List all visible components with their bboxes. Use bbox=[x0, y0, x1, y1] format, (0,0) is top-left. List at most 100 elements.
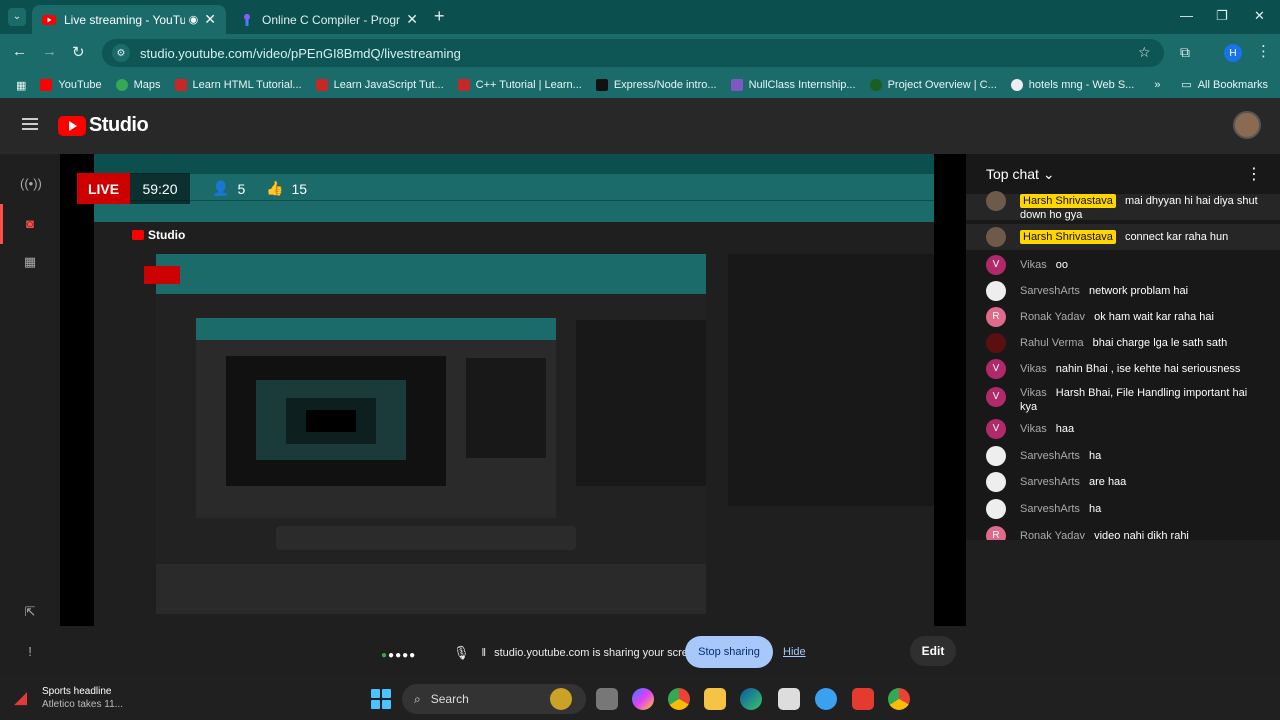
youtube-logo-icon bbox=[58, 115, 86, 136]
user-avatar bbox=[986, 499, 1006, 519]
windows-start-icon[interactable] bbox=[371, 689, 391, 709]
url-bar[interactable]: ⚙ studio.youtube.com/video/pPEnGI8BmdQ/l… bbox=[102, 39, 1164, 67]
site-info-icon[interactable]: ⚙ bbox=[112, 44, 130, 62]
chat-message: Rahul Verma bhai charge lga le sath sath bbox=[966, 333, 1280, 353]
windows-taskbar: ◢ Sports headline Atletico takes 11... ⌕… bbox=[0, 674, 1280, 720]
user-avatar bbox=[986, 446, 1006, 466]
profile-avatar[interactable]: H bbox=[1224, 44, 1242, 62]
studio-logo[interactable]: Studio bbox=[58, 114, 149, 137]
viewer-count: 👤 5 bbox=[212, 180, 246, 197]
close-window-icon[interactable]: ✕ bbox=[1254, 8, 1265, 24]
tab-title: Live streaming - YouTube Studio bbox=[64, 12, 185, 27]
webcam-icon[interactable]: ◙ bbox=[20, 216, 40, 236]
more-bookmarks-icon[interactable]: » bbox=[1154, 79, 1160, 91]
sports-news-icon: ◢ bbox=[14, 688, 28, 707]
stream-broadcast-icon[interactable]: ((•)) bbox=[20, 176, 42, 196]
news-widget[interactable]: ◢ Sports headline Atletico takes 11... bbox=[14, 686, 123, 710]
bookmark-html-tutorial[interactable]: Learn HTML Tutorial... bbox=[174, 79, 302, 91]
bookmark-express-node[interactable]: Express/Node intro... bbox=[595, 79, 717, 91]
all-bookmarks[interactable]: ▭ All Bookmarks bbox=[1181, 78, 1268, 92]
close-tab-icon[interactable]: ✕ bbox=[406, 11, 418, 28]
maximize-icon[interactable]: ❐ bbox=[1216, 8, 1228, 24]
edge-icon[interactable] bbox=[740, 688, 762, 710]
user-avatar: V bbox=[986, 387, 1006, 407]
bookmark-hotels[interactable]: hotels mng - Web S... bbox=[1010, 79, 1134, 91]
external-link-icon[interactable]: ⇱ bbox=[20, 604, 40, 624]
weather-icon[interactable] bbox=[815, 688, 837, 710]
hamburger-menu-icon[interactable] bbox=[22, 118, 38, 130]
selected-indicator bbox=[0, 204, 3, 244]
tab-title: Online C Compiler - Programiz bbox=[262, 12, 401, 27]
hide-link[interactable]: Hide bbox=[783, 646, 806, 658]
programiz-favicon-icon bbox=[244, 13, 250, 26]
mdn-icon bbox=[595, 79, 608, 91]
chat-message: SarveshArts ha bbox=[966, 446, 1280, 466]
live-chat-panel: Top chat ⌄ ⋮ Harsh Shrivastava mai dhyya… bbox=[966, 154, 1280, 540]
bookmark-star-icon[interactable]: ☆ bbox=[1138, 44, 1151, 61]
chrome-profile-icon[interactable] bbox=[888, 688, 910, 710]
tab-search-icon[interactable]: ⌄ bbox=[8, 8, 26, 26]
file-explorer-icon[interactable] bbox=[704, 688, 726, 710]
chat-message: Harsh Shrivastava connect kar raha hun bbox=[966, 224, 1280, 250]
calendar-icon[interactable]: ▦ bbox=[20, 254, 40, 274]
close-tab-icon[interactable]: ✕ bbox=[204, 11, 216, 28]
extensions-icon[interactable]: ⧉ bbox=[1180, 44, 1190, 61]
bookmark-maps[interactable]: Maps bbox=[115, 79, 161, 91]
office-icon[interactable] bbox=[852, 688, 874, 710]
chat-header: Top chat ⌄ ⋮ bbox=[966, 154, 1280, 194]
audio-playing-icon[interactable]: ◉ bbox=[189, 13, 199, 26]
folder-icon: ▭ bbox=[1181, 79, 1192, 91]
youtube-icon bbox=[40, 79, 53, 91]
bookmark-js-tutorial[interactable]: Learn JavaScript Tut... bbox=[315, 79, 444, 91]
channel-avatar[interactable] bbox=[1233, 111, 1261, 139]
tab-programiz[interactable]: Online C Compiler - Programiz ✕ bbox=[230, 5, 428, 34]
chat-message: SarveshArts network problam hai bbox=[966, 281, 1280, 301]
browser-tab-strip: ⌄ Live streaming - YouTube Studio ◉ ✕ On… bbox=[0, 0, 1280, 34]
microsoft-store-icon[interactable] bbox=[778, 688, 800, 710]
hotels-icon bbox=[1010, 79, 1023, 91]
bookmark-youtube[interactable]: YouTube bbox=[40, 79, 102, 91]
new-tab-icon[interactable]: + bbox=[434, 6, 445, 27]
reload-icon[interactable]: ↻ bbox=[72, 43, 85, 61]
w3schools-icon bbox=[174, 79, 187, 91]
bookmark-nullclass[interactable]: NullClass Internship... bbox=[730, 79, 856, 91]
live-badge: LIVE bbox=[77, 173, 130, 204]
user-avatar bbox=[986, 281, 1006, 301]
chat-message: R Ronak Yadav video nahi dikh rahi bbox=[966, 526, 1280, 540]
person-icon: 👤 bbox=[212, 180, 230, 196]
tab-youtube-studio[interactable]: Live streaming - YouTube Studio ◉ ✕ bbox=[32, 5, 226, 34]
chat-message: SarveshArts ha bbox=[966, 499, 1280, 519]
chat-mode-dropdown[interactable]: Top chat ⌄ bbox=[986, 166, 1055, 183]
w3schools-icon bbox=[457, 79, 470, 91]
feedback-icon[interactable]: ! bbox=[20, 644, 40, 664]
apps-grid-icon[interactable]: ▦ bbox=[16, 79, 26, 92]
w3schools-icon bbox=[315, 79, 328, 91]
stop-sharing-button[interactable]: Stop sharing bbox=[685, 636, 773, 668]
browser-menu-icon[interactable]: ⋮ bbox=[1256, 42, 1271, 60]
microphone-icon[interactable]: 🎙 bbox=[453, 645, 470, 661]
task-view-icon[interactable] bbox=[596, 688, 618, 710]
chat-menu-icon[interactable]: ⋮ bbox=[1246, 164, 1262, 184]
chat-message: V Vikas oo bbox=[966, 255, 1280, 275]
chrome-icon[interactable] bbox=[668, 688, 690, 710]
copilot-icon[interactable] bbox=[632, 688, 654, 710]
address-toolbar: ← → ↻ ⚙ studio.youtube.com/video/pPEnGI8… bbox=[0, 34, 1280, 72]
chat-message: V Vikas haa bbox=[966, 419, 1280, 439]
studio-left-rail: ((•)) ◙ ▦ ⇱ ! bbox=[0, 154, 60, 674]
edit-button[interactable]: Edit bbox=[910, 636, 956, 666]
forward-icon[interactable]: → bbox=[42, 43, 57, 60]
user-avatar: V bbox=[986, 419, 1006, 439]
url-text: studio.youtube.com/video/pPEnGI8BmdQ/liv… bbox=[140, 45, 461, 61]
bookmark-cpp-tutorial[interactable]: C++ Tutorial | Learn... bbox=[457, 79, 582, 91]
taskbar-search[interactable]: ⌕ Search bbox=[402, 684, 586, 714]
nested-studio-label: Studio bbox=[148, 228, 186, 242]
nullclass-icon bbox=[730, 79, 743, 91]
back-icon[interactable]: ← bbox=[12, 43, 27, 60]
user-avatar bbox=[986, 227, 1006, 247]
chat-message: V Vikas Harsh Bhai, File Handling import… bbox=[966, 386, 1266, 414]
bookmark-project-overview[interactable]: Project Overview | C... bbox=[869, 79, 997, 91]
live-elapsed-time: 59:20 bbox=[130, 173, 190, 204]
like-count: 👍 15 bbox=[266, 180, 308, 197]
user-avatar: R bbox=[986, 526, 1006, 540]
minimize-icon[interactable]: — bbox=[1180, 8, 1193, 23]
